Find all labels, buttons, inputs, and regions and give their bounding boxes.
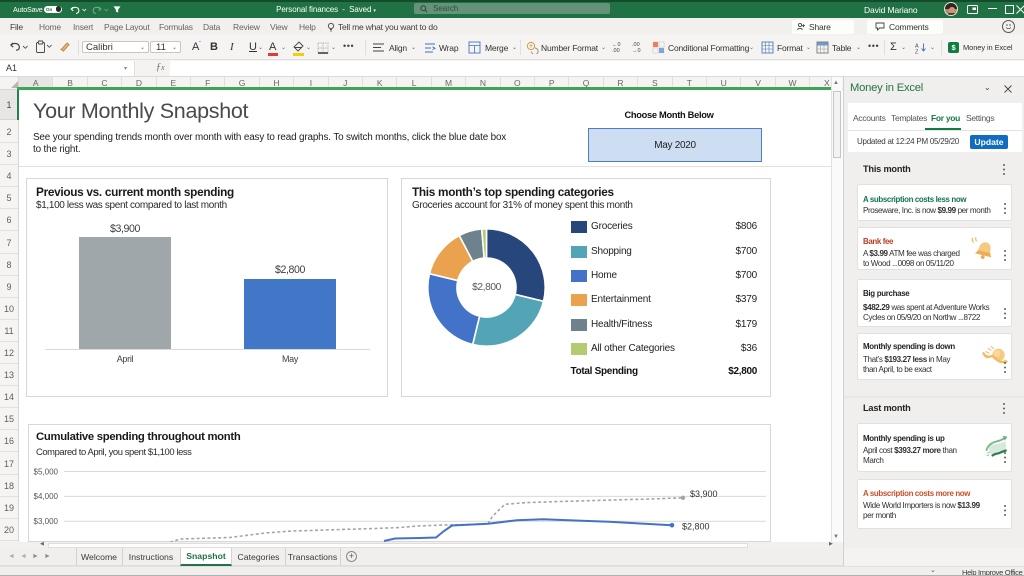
svg-text:$3,900: $3,900: [690, 489, 718, 499]
svg-text:$4,000: $4,000: [34, 492, 59, 501]
svg-text:$2,800: $2,800: [682, 522, 710, 532]
svg-text:$5,000: $5,000: [34, 467, 59, 476]
svg-text:Z: Z: [915, 49, 919, 54]
svg-text:$3,000: $3,000: [34, 517, 59, 526]
